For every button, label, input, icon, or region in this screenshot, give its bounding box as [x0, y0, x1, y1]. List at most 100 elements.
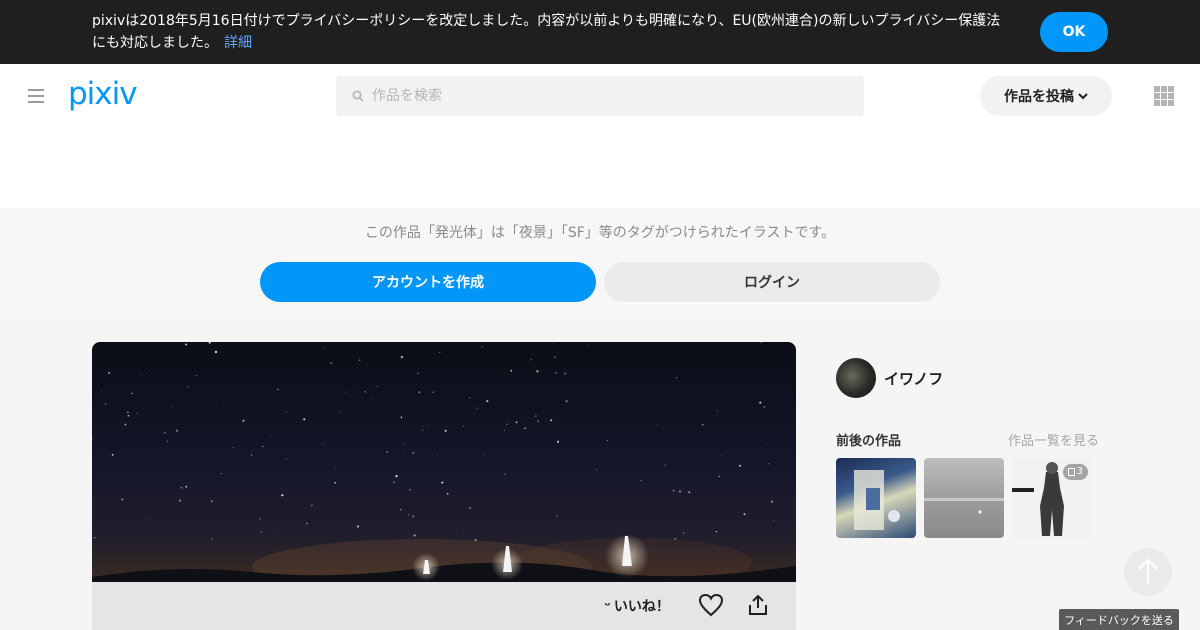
star	[259, 518, 261, 520]
star	[210, 500, 213, 503]
star	[536, 370, 539, 373]
star	[521, 418, 522, 420]
star	[339, 411, 340, 413]
star	[554, 356, 556, 359]
star	[556, 440, 560, 443]
star	[104, 403, 107, 405]
star	[334, 467, 336, 469]
star	[127, 415, 130, 417]
star	[469, 397, 471, 399]
star	[550, 419, 553, 422]
star	[444, 429, 447, 432]
view-all-works-link[interactable]: 作品一覧を見る	[1008, 430, 1099, 449]
star	[679, 490, 681, 493]
star	[565, 400, 568, 403]
star	[395, 474, 398, 478]
star	[417, 372, 419, 375]
star	[250, 454, 253, 456]
author-profile[interactable]: イワノフ	[836, 358, 943, 398]
share-button[interactable]	[748, 594, 770, 618]
avatar[interactable]	[836, 358, 876, 398]
star	[768, 463, 770, 465]
author-name[interactable]: イワノフ	[884, 368, 943, 389]
privacy-details-link[interactable]: 詳細	[224, 35, 252, 51]
search-input[interactable]	[372, 76, 852, 116]
feedback-button[interactable]: フィードバックを送る	[1059, 609, 1179, 630]
star	[101, 390, 102, 392]
menu-icon[interactable]	[28, 89, 44, 103]
login-button[interactable]: ログイン	[604, 262, 940, 302]
pixiv-logo[interactable]: pixiv	[68, 76, 138, 112]
star	[664, 464, 667, 466]
share-icon	[749, 594, 767, 615]
star	[446, 492, 449, 495]
privacy-banner: pixivは2018年5月16日付けでプライバシーポリシーを改定しました。内容が…	[0, 0, 1200, 64]
star	[136, 412, 138, 414]
star	[403, 442, 405, 444]
star	[210, 349, 212, 350]
star	[163, 431, 166, 434]
arrow-up-icon	[1138, 558, 1158, 583]
star	[403, 451, 405, 453]
star	[506, 423, 508, 425]
artwork-action-bar: ᵕ いいね！	[92, 582, 796, 630]
star	[759, 401, 762, 404]
star	[357, 525, 359, 528]
star	[141, 373, 142, 375]
star	[392, 481, 395, 484]
star	[270, 436, 271, 438]
star	[170, 407, 172, 408]
star	[556, 515, 558, 517]
star	[127, 411, 129, 414]
star	[220, 472, 223, 475]
star	[530, 358, 532, 360]
create-account-button[interactable]: アカウントを作成	[260, 262, 596, 302]
related-work-thumbnail[interactable]: 3	[1012, 458, 1092, 538]
star	[640, 480, 642, 482]
star	[345, 391, 347, 393]
star	[298, 541, 300, 543]
scroll-to-top-button[interactable]	[1124, 548, 1172, 596]
star	[504, 429, 505, 431]
star	[211, 538, 213, 540]
signup-promo: この作品「発光体」は「夜景」「SF」等のタグがつけられたイラストです。 アカウン…	[0, 208, 1200, 318]
star	[688, 491, 691, 494]
privacy-banner-text: pixivは2018年5月16日付けでプライバシーポリシーを改定しました。内容が…	[92, 10, 1012, 54]
star	[436, 453, 438, 455]
star	[535, 415, 537, 417]
star	[121, 498, 124, 501]
pages-icon	[1067, 468, 1075, 476]
star	[286, 458, 288, 460]
star	[285, 411, 287, 414]
star	[656, 424, 658, 425]
page-count: 3	[1076, 466, 1083, 477]
star	[770, 500, 774, 503]
star	[260, 531, 262, 533]
star	[476, 407, 478, 409]
star	[306, 522, 308, 525]
star	[648, 368, 649, 370]
star	[486, 400, 489, 403]
star	[386, 451, 388, 453]
star	[400, 508, 402, 511]
like-button[interactable]: ᵕ いいね！	[604, 596, 670, 616]
star	[413, 534, 416, 537]
post-artwork-label: 作品を投稿	[1004, 89, 1074, 105]
related-work-thumbnail[interactable]	[924, 458, 1004, 538]
star	[364, 391, 366, 393]
star	[322, 443, 324, 445]
bookmark-heart-button[interactable]	[698, 593, 726, 619]
related-work-thumbnail[interactable]	[836, 458, 916, 538]
star	[409, 489, 411, 491]
star	[311, 504, 313, 507]
star	[596, 469, 598, 471]
artwork-image[interactable]: ᵕ いいね！	[92, 342, 796, 630]
smile-icon: ᵕ	[604, 598, 611, 614]
star	[418, 391, 421, 394]
star	[524, 427, 526, 430]
post-artwork-button[interactable]: 作品を投稿	[980, 76, 1112, 116]
apps-grid-icon[interactable]	[1154, 86, 1174, 106]
search-box[interactable]	[336, 76, 864, 116]
page-count-badge: 3	[1062, 464, 1088, 480]
privacy-ok-button[interactable]: OK	[1040, 12, 1108, 52]
